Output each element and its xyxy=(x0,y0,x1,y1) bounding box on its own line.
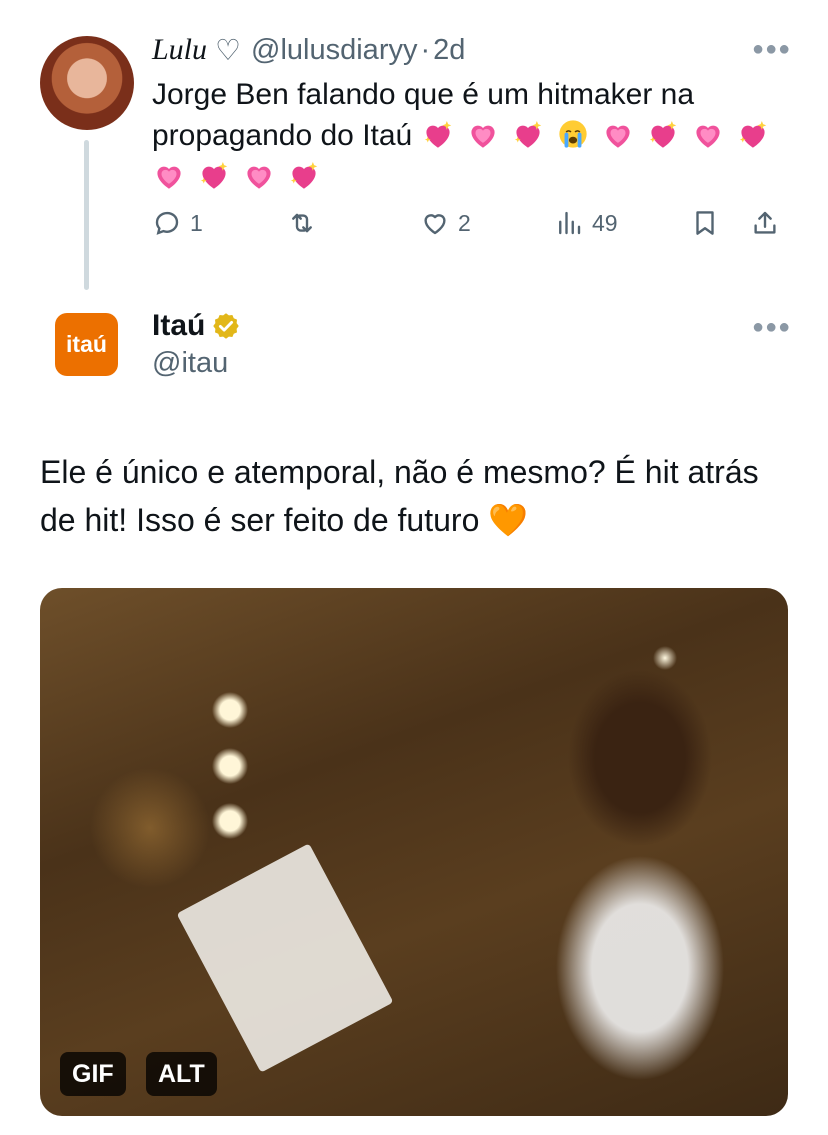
sparkling-heart-emoji-icon xyxy=(646,119,680,149)
heart-pink-emoji-icon xyxy=(152,160,186,190)
reply-text: Jorge Ben falando que é um hitmaker na p… xyxy=(152,74,792,197)
avatar-logo-text: itaú xyxy=(66,331,107,357)
tweet-author-handle[interactable]: @itau xyxy=(152,347,228,380)
share-button[interactable] xyxy=(750,208,780,238)
sparkling-heart-emoji-icon xyxy=(197,160,231,190)
bookmark-icon xyxy=(696,211,714,235)
reply-button[interactable]: 1 xyxy=(152,208,203,238)
sparkling-heart-emoji-icon xyxy=(511,119,545,149)
heart-pink-emoji-icon xyxy=(691,119,725,149)
bookmark-button[interactable] xyxy=(690,208,720,238)
reply-count: 1 xyxy=(190,209,203,236)
views-icon xyxy=(559,211,581,235)
tweet-author: Itaú xyxy=(152,307,241,345)
repost-icon xyxy=(292,213,312,233)
views-button[interactable]: 49 xyxy=(554,208,618,238)
share-icon xyxy=(754,211,776,234)
crying-face-emoji-icon xyxy=(556,119,590,149)
thread-line xyxy=(84,140,89,290)
like-button[interactable]: 2 xyxy=(420,208,471,238)
heart-pink-emoji-icon xyxy=(242,160,276,190)
heart-pink-emoji-icon xyxy=(466,119,500,149)
repost-button[interactable] xyxy=(287,208,317,238)
more-options-icon[interactable]: ●●● xyxy=(752,316,791,339)
reply-timestamp[interactable]: 2d xyxy=(433,34,465,67)
view-count: 49 xyxy=(592,209,618,236)
reply-header: Lulu ♡ @lulusdiaryy · 2d xyxy=(152,30,465,70)
tweet-media-gif[interactable]: GIF ALT xyxy=(40,588,788,1116)
heart-pink-emoji-icon xyxy=(601,119,635,149)
like-count: 2 xyxy=(458,209,471,236)
sparkling-heart-emoji-icon xyxy=(287,160,321,190)
reply-author-handle[interactable]: @lulusdiaryy xyxy=(251,34,417,67)
sparkling-heart-emoji-icon xyxy=(736,119,770,149)
gif-badge[interactable]: GIF xyxy=(60,1052,126,1096)
sparkling-heart-emoji-icon xyxy=(421,119,455,149)
avatar-lulu[interactable] xyxy=(40,36,134,130)
tweet-author-name[interactable]: Itaú xyxy=(152,309,205,343)
alt-badge[interactable]: ALT xyxy=(146,1052,217,1096)
media-scene-paper xyxy=(176,843,394,1073)
reply-separator: · xyxy=(420,33,431,66)
more-options-icon[interactable]: ●●● xyxy=(752,38,791,61)
heart-outline-icon: ♡ xyxy=(215,34,242,67)
like-icon xyxy=(424,214,446,235)
reply-icon xyxy=(155,211,179,235)
reply-action-bar: 1 2 49 xyxy=(152,208,792,252)
verified-badge-icon xyxy=(213,313,240,339)
avatar-itau[interactable]: itaú xyxy=(55,313,118,376)
reply-author-name[interactable]: Lulu xyxy=(152,33,207,67)
tweet-text: Ele é único e atemporal, não é mesmo? É … xyxy=(40,454,759,538)
